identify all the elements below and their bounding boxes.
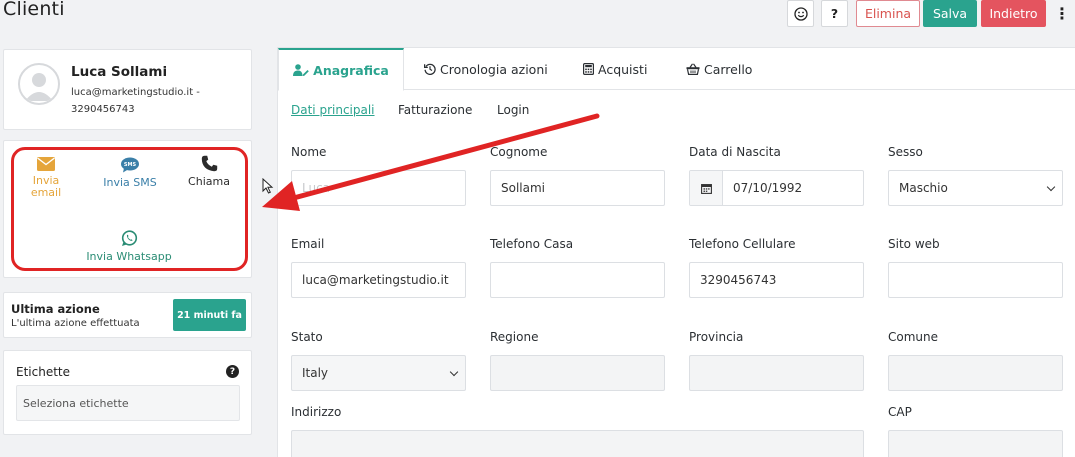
last-action-card: Ultima azione L'ultima azione effettuata… [3, 292, 252, 338]
profile-card: Luca Sollami luca@marketingstudio.it - 3… [3, 49, 252, 130]
avatar [18, 63, 60, 105]
cap-input[interactable] [888, 430, 1063, 457]
cap-label: CAP [888, 405, 912, 419]
page-title: Clienti [3, 0, 65, 20]
tab-cronologia-label: Cronologia azioni [440, 61, 548, 77]
tab-anagrafica-label: Anagrafica [313, 62, 389, 78]
comune-input[interactable] [888, 355, 1063, 391]
tab-carrello-label: Carrello [704, 61, 753, 77]
provincia-input[interactable] [689, 355, 864, 391]
subtab-fatturazione[interactable]: Fatturazione [398, 103, 472, 117]
nome-label: Nome [291, 145, 327, 159]
smile-icon [793, 6, 808, 21]
regione-label: Regione [490, 330, 539, 344]
regione-input[interactable] [490, 355, 665, 391]
feedback-button[interactable] [787, 0, 814, 27]
stato-select[interactable]: Italy [291, 355, 466, 391]
telefono-cellulare-label: Telefono Cellulare [689, 237, 796, 251]
back-button[interactable]: Indietro [981, 0, 1046, 27]
provincia-label: Provincia [689, 330, 744, 344]
user-edit-icon [293, 64, 309, 76]
main-panel: Anagrafica Cronologia azioni Acquisti Ca… [277, 47, 1075, 457]
tab-cronologia[interactable]: Cronologia azioni [424, 48, 548, 90]
tab-acquisti-label: Acquisti [598, 61, 648, 77]
stato-label: Stato [291, 330, 323, 344]
mouse-cursor-icon [262, 178, 274, 194]
tab-carrello[interactable]: Carrello [686, 48, 752, 90]
help-icon[interactable]: ? [226, 365, 239, 378]
email-label: Email [291, 237, 325, 251]
help-button[interactable]: ? [821, 0, 848, 27]
profile-contact: luca@marketingstudio.it - 3290456743 [71, 87, 200, 115]
user-avatar-icon [25, 73, 53, 101]
subtab-dati-principali[interactable]: Dati principali [291, 103, 375, 117]
profile-name: Luca Sollami [71, 64, 168, 80]
nome-input[interactable]: Luca [291, 170, 466, 206]
tags-select[interactable]: Seleziona etichette [16, 385, 240, 421]
telefono-cellulare-input[interactable]: 3290456743 [689, 262, 864, 298]
telefono-casa-label: Telefono Casa [490, 237, 574, 251]
more-options-button[interactable]: ⋮ [1053, 0, 1071, 27]
tab-anagrafica[interactable]: Anagrafica [278, 48, 404, 91]
data-nascita-input[interactable]: 07/10/1992 [689, 170, 864, 206]
data-nascita-label: Data di Nascita [689, 145, 781, 159]
last-action-badge[interactable]: 21 minuti fa [173, 299, 246, 331]
cognome-input[interactable]: Sollami [490, 170, 665, 206]
last-action-title: Ultima azione [11, 302, 100, 316]
tabs-bar: Anagrafica Cronologia azioni Acquisti Ca… [278, 48, 1075, 91]
sesso-label: Sesso [888, 145, 923, 159]
history-icon [424, 63, 436, 75]
comune-label: Comune [888, 330, 939, 344]
tags-card: Etichette ? Seleziona etichette [3, 350, 252, 435]
sito-web-label: Sito web [888, 237, 940, 251]
calculator-icon [583, 63, 594, 75]
page-header: Clienti ? Elimina Salva Indietro ⋮ [0, 0, 1075, 30]
sesso-select[interactable]: Maschio [888, 170, 1063, 206]
cognome-label: Cognome [490, 145, 548, 159]
telefono-casa-input[interactable] [490, 262, 665, 298]
email-input[interactable]: luca@marketingstudio.it [291, 262, 466, 298]
indirizzo-input[interactable] [291, 430, 864, 457]
sito-web-input[interactable] [888, 262, 1063, 298]
basket-icon [686, 63, 700, 75]
calendar-icon[interactable] [690, 171, 723, 205]
indirizzo-label: Indirizzo [291, 405, 342, 419]
tags-label: Etichette [16, 365, 70, 379]
annotation-highlight-box [11, 147, 248, 271]
save-button[interactable]: Salva [923, 0, 977, 27]
tab-acquisti[interactable]: Acquisti [583, 48, 647, 90]
data-nascita-value: 07/10/1992 [733, 181, 803, 195]
last-action-subtitle: L'ultima azione effettuata [11, 318, 140, 329]
delete-button[interactable]: Elimina [856, 0, 920, 27]
subtab-login[interactable]: Login [497, 103, 529, 117]
